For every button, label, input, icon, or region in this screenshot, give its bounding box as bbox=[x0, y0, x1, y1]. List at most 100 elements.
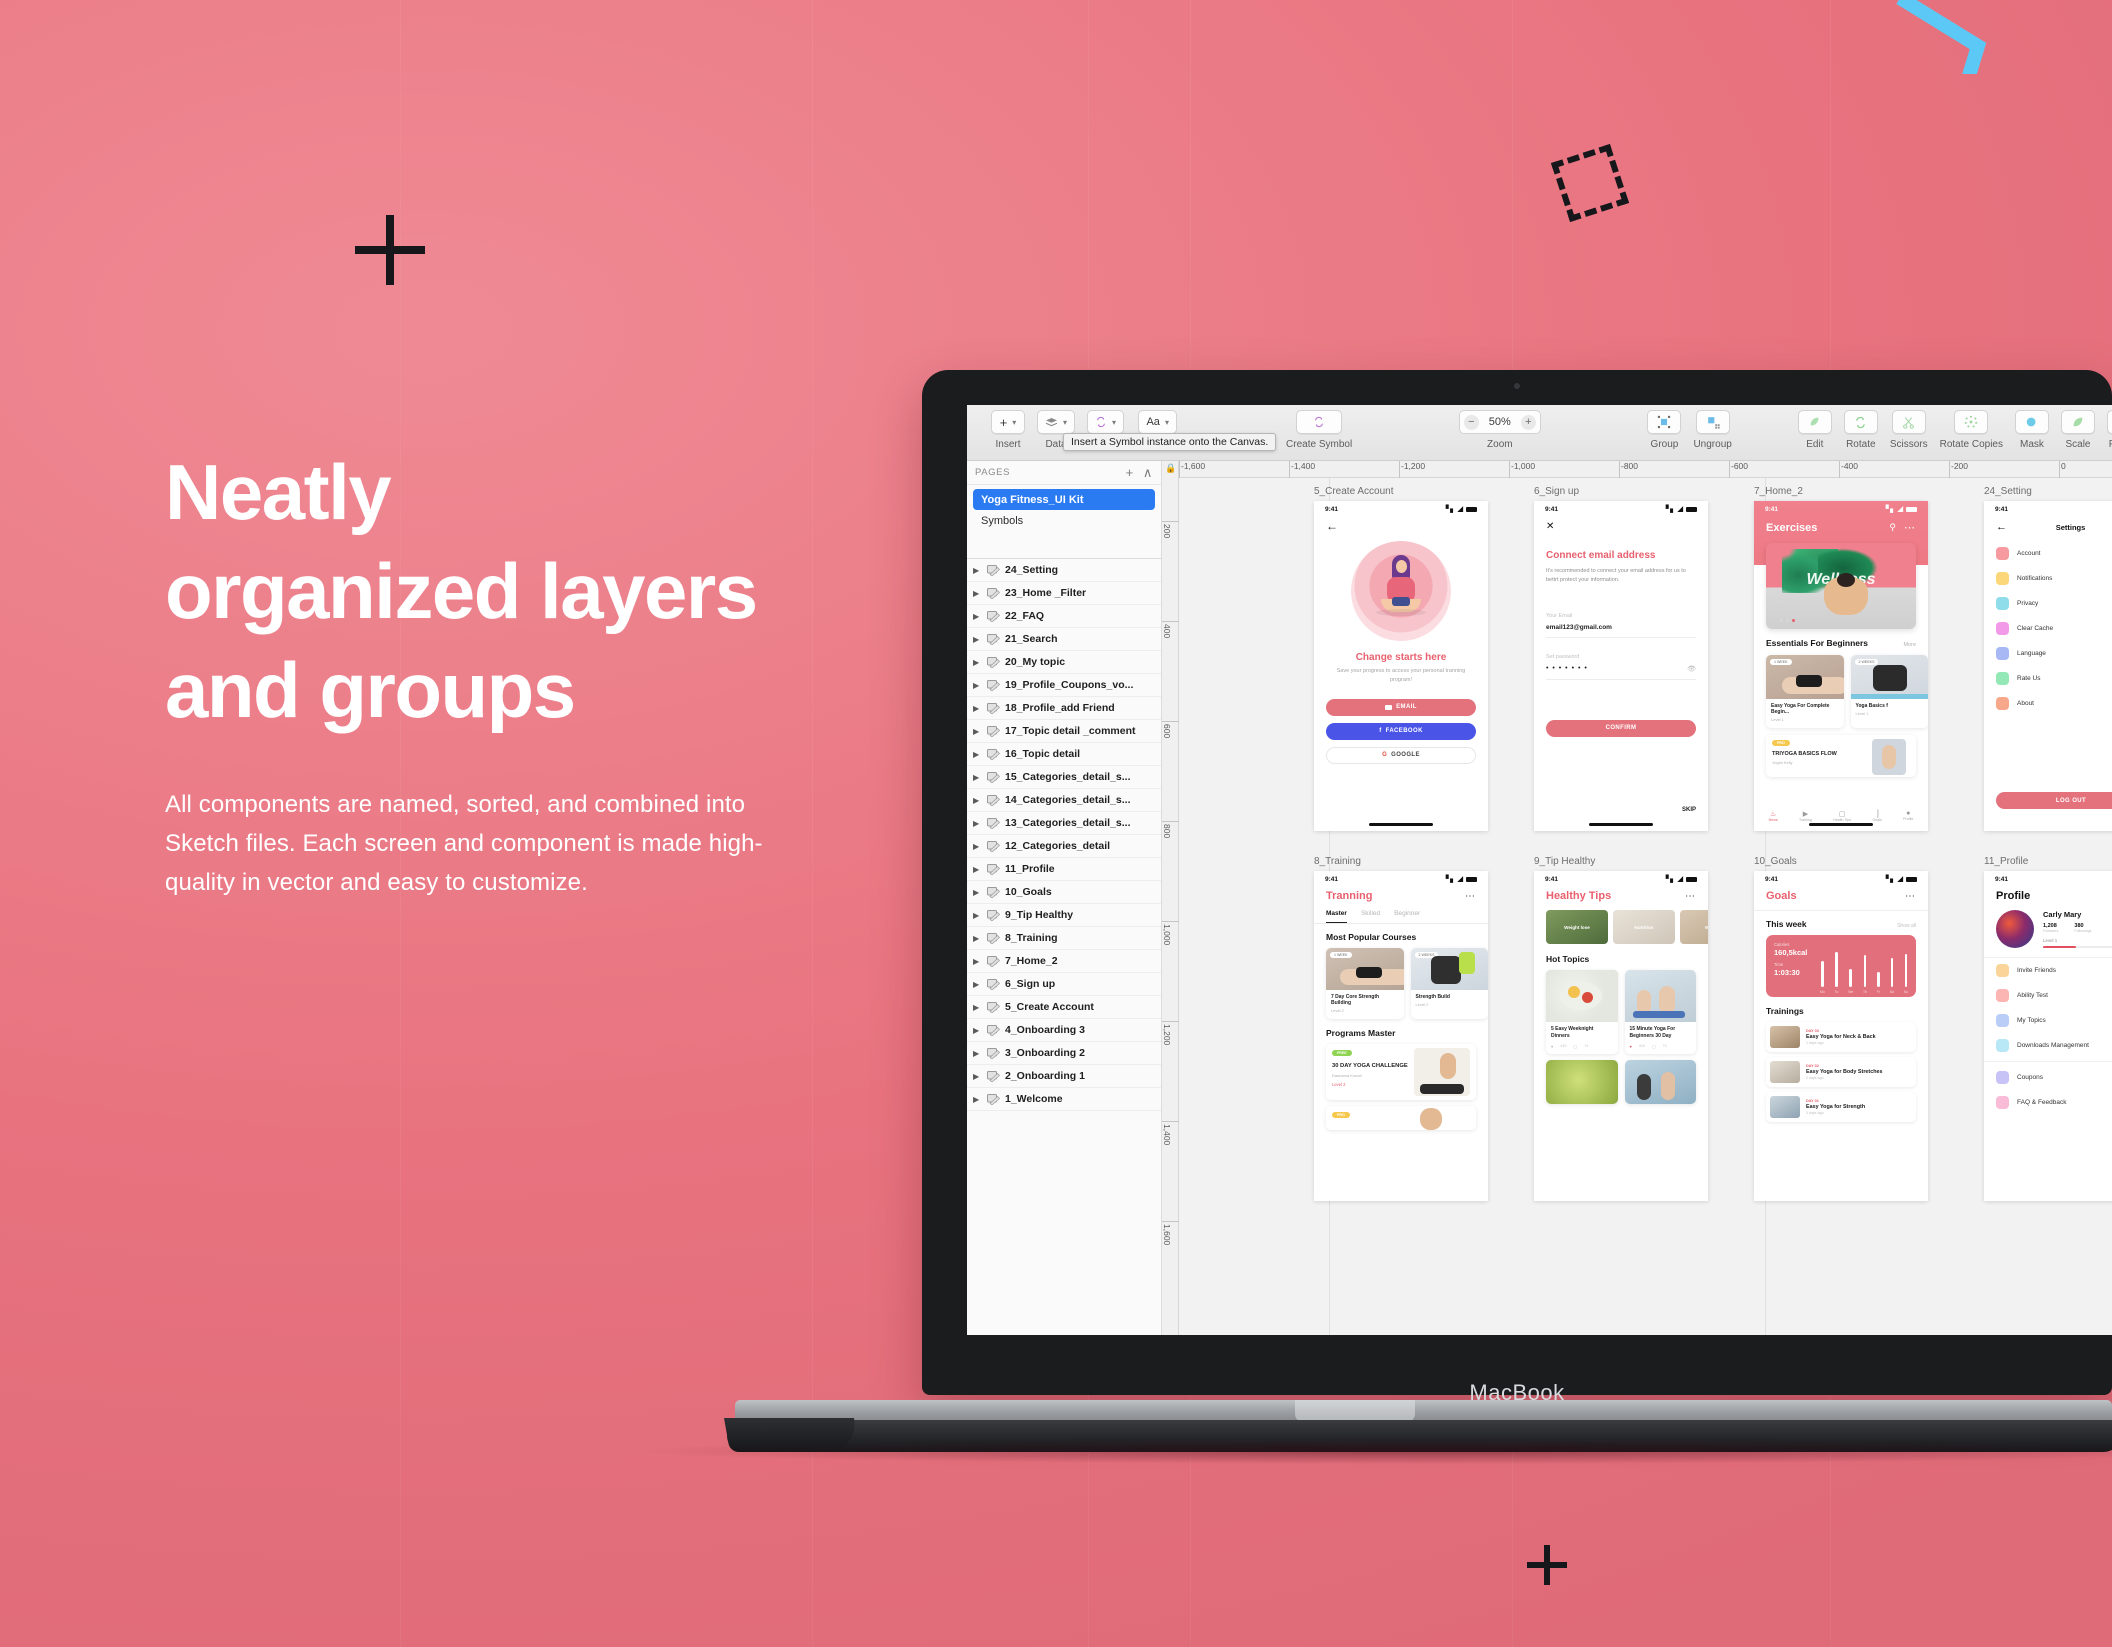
tab-skilled[interactable]: Skilled bbox=[1361, 910, 1380, 923]
tab-training[interactable]: ▶ Training bbox=[1799, 810, 1812, 822]
toolbar-edit[interactable]: Edit bbox=[1797, 410, 1832, 450]
chip-nutrition[interactable]: Nutrition bbox=[1613, 910, 1675, 944]
close-icon[interactable]: ✕ bbox=[1546, 521, 1554, 532]
disclosure-triangle-icon[interactable]: ▶ bbox=[973, 888, 982, 897]
training-row[interactable]: DAY 03 Easy Yoga for Neck & Back 1 days ag… bbox=[1766, 1022, 1916, 1052]
sketch-canvas[interactable]: -1,600 -1,400 -1,200 -1,000 -800 -600 -400 -200… bbox=[1162, 461, 2112, 1335]
disclosure-triangle-icon[interactable]: ▶ bbox=[973, 796, 982, 805]
toolbar-zoom[interactable]: − 50% + Zoom bbox=[1458, 410, 1541, 450]
more-icon[interactable]: ⋯ bbox=[1465, 891, 1476, 902]
zoom-in-button[interactable]: + bbox=[1520, 414, 1536, 430]
toolbar-ungroup[interactable]: Ungroup bbox=[1693, 410, 1732, 450]
collapse-pages-button[interactable]: ∧ bbox=[1143, 465, 1153, 481]
toolbar-rotate-copies[interactable]: Rotate Copies bbox=[1940, 410, 2003, 450]
settings-row-privacy[interactable]: Privacy › bbox=[1984, 591, 2112, 616]
toolbar-group[interactable]: Group bbox=[1647, 410, 1682, 450]
toolbar-insert[interactable]: + ▾ Insert bbox=[991, 410, 1025, 450]
back-row[interactable]: ← bbox=[1314, 517, 1488, 533]
disclosure-triangle-icon[interactable]: ▶ bbox=[973, 773, 982, 782]
rotate-copies-button[interactable] bbox=[1954, 410, 1989, 434]
chip-weight-lose[interactable]: Weight lose bbox=[1546, 910, 1608, 944]
scissors-button[interactable] bbox=[1891, 410, 1926, 434]
like-icon[interactable]: ♥ bbox=[1551, 1044, 1553, 1049]
more-icon[interactable]: ⋯ bbox=[1905, 891, 1916, 902]
toolbar-scale[interactable]: Scale bbox=[2060, 410, 2095, 450]
back-arrow-icon[interactable]: ← bbox=[1326, 519, 1338, 533]
topic-card-image[interactable] bbox=[1546, 1059, 1618, 1104]
comment-icon[interactable]: ▢ bbox=[1573, 1044, 1577, 1049]
course-card[interactable]: 2 WEEKS Yoga Basics f Level 1 bbox=[1850, 655, 1928, 728]
tab-profile[interactable]: ● Profile bbox=[1903, 810, 1913, 822]
disclosure-triangle-icon[interactable]: ▶ bbox=[973, 819, 982, 828]
artboard-frame[interactable]: 9:41 ▘▖ ◢ ← bbox=[1314, 501, 1488, 831]
course-card[interactable]: 2 WEEKS Strength Build Level 2 bbox=[1410, 948, 1488, 1019]
training-row[interactable]: DAY 02 Easy Yoga for Body Stretches 2 days… bbox=[1766, 1057, 1916, 1087]
disclosure-triangle-icon[interactable]: ▶ bbox=[973, 727, 982, 736]
disclosure-triangle-icon[interactable]: ▶ bbox=[973, 681, 982, 690]
layer-row[interactable]: ▶ 20_My topic bbox=[967, 651, 1161, 674]
toolbar-scissors[interactable]: Scissors bbox=[1890, 410, 1928, 450]
layer-row[interactable]: ▶ 19_Profile_Coupons_vo... bbox=[967, 674, 1161, 697]
disclosure-triangle-icon[interactable]: ▶ bbox=[973, 704, 982, 713]
vertical-ruler[interactable]: 200 400 600 800 1,000 1,200 1,400 1,600 bbox=[1162, 461, 1179, 1335]
artboard-8-training[interactable]: 8_Training 9:41 ▘▖ ◢ Tranning ⋯ Master S… bbox=[1314, 856, 1488, 1201]
like-icon[interactable]: ♥ bbox=[1630, 1044, 1632, 1049]
category-chips[interactable]: Weight lose Nutrition Welln bbox=[1534, 902, 1708, 944]
layer-row[interactable]: ▶ 2_Onboarding 1 bbox=[967, 1065, 1161, 1088]
promo-card[interactable]: PRO TRIYOGA BASICS FLOW Yogini Kelly bbox=[1766, 735, 1916, 777]
topic-card[interactable]: 5 Easy Weeknight Dinners ♥ 410 ▢ 74 bbox=[1546, 970, 1618, 1054]
zoom-control[interactable]: − 50% + bbox=[1458, 410, 1541, 434]
disclosure-triangle-icon[interactable]: ▶ bbox=[973, 635, 982, 644]
flatten-button[interactable] bbox=[2106, 410, 2112, 434]
insert-button[interactable]: + ▾ bbox=[991, 410, 1025, 434]
ungroup-button[interactable] bbox=[1695, 410, 1730, 434]
skip-button[interactable]: SKIP bbox=[1682, 807, 1696, 813]
add-page-button[interactable]: + bbox=[1126, 465, 1134, 480]
confirm-button[interactable]: CONFIRM bbox=[1546, 719, 1696, 737]
disclosure-triangle-icon[interactable]: ▶ bbox=[973, 566, 982, 575]
layer-row[interactable]: ▶ 10_Goals bbox=[967, 881, 1161, 904]
tab-master[interactable]: Master bbox=[1326, 910, 1347, 923]
toolbar-mask[interactable]: Mask bbox=[2014, 410, 2049, 450]
rotate-button[interactable] bbox=[1843, 410, 1878, 434]
profile-menu-row[interactable]: Coupons› bbox=[1984, 1065, 2112, 1090]
more-link[interactable]: More bbox=[1903, 642, 1916, 648]
toolbar-rotate[interactable]: Rotate bbox=[1843, 410, 1878, 450]
profile-menu-row[interactable]: Downloads Management› bbox=[1984, 1033, 2112, 1058]
toolbar-flatten[interactable]: Flatten bbox=[2106, 410, 2112, 450]
layer-row[interactable]: ▶ 17_Topic detail _comment bbox=[967, 720, 1161, 743]
layer-row[interactable]: ▶ 16_Topic detail bbox=[967, 743, 1161, 766]
layer-row[interactable]: ▶ 13_Categories_detail_s... bbox=[967, 812, 1161, 835]
scale-button[interactable] bbox=[2060, 410, 2095, 434]
disclosure-triangle-icon[interactable]: ▶ bbox=[973, 1095, 982, 1104]
disclosure-triangle-icon[interactable]: ▶ bbox=[973, 589, 982, 598]
settings-row-rate-us[interactable]: Rate Us › bbox=[1984, 666, 2112, 691]
artboard-10-goals[interactable]: 10_Goals 9:41 ▘▖ ◢ Goals ⋯ This week Sho… bbox=[1754, 856, 1928, 1201]
email-field[interactable]: email123@gmail.com bbox=[1546, 624, 1696, 631]
topic-card[interactable]: 15 Minute Yoga For Beginners 30 Day ♥ 41… bbox=[1624, 970, 1696, 1054]
show-all-link[interactable]: Show all bbox=[1897, 923, 1916, 929]
disclosure-triangle-icon[interactable]: ▶ bbox=[973, 1072, 982, 1081]
chip-wellness[interactable]: Welln bbox=[1680, 910, 1708, 944]
artboard-frame[interactable]: 9:41 ▘▖ ◢ Tranning ⋯ Master Skilled Begi… bbox=[1314, 871, 1488, 1201]
tab-beginner[interactable]: Beginner bbox=[1394, 910, 1420, 923]
disclosure-triangle-icon[interactable]: ▶ bbox=[973, 980, 982, 989]
disclosure-triangle-icon[interactable]: ▶ bbox=[973, 750, 982, 759]
profile-menu-row[interactable]: Ability Test› bbox=[1984, 983, 2112, 1008]
disclosure-triangle-icon[interactable]: ▶ bbox=[973, 612, 982, 621]
artboard-frame[interactable]: 9:41 ▘▖ ◢ Goals ⋯ This week Show all Cal… bbox=[1754, 871, 1928, 1201]
tab-bar[interactable]: ♨ News ▶ Training ▢ Health Tips ⎟ Goals … bbox=[1754, 810, 1928, 822]
layer-row[interactable]: ▶ 3_Onboarding 2 bbox=[967, 1042, 1161, 1065]
profile-menu[interactable]: Invite Friends›Ability Test›My Topics›Do… bbox=[1984, 958, 2112, 1115]
carousel-dots[interactable] bbox=[1780, 619, 1795, 622]
artboard-9-tip-healthy[interactable]: 9_Tip Healthy 9:41 ▘▖ ◢ Healthy Tips ⋯ W… bbox=[1534, 856, 1708, 1201]
layer-row[interactable]: ▶ 18_Profile_add Friend bbox=[967, 697, 1161, 720]
artboard-frame[interactable]: 9:41 ▘▖ ◢ Healthy Tips ⋯ Weight lose Nut… bbox=[1534, 871, 1708, 1201]
settings-list[interactable]: Account › Notifications › bbox=[1984, 541, 2112, 716]
training-row[interactable]: DAY 01 Easy Yoga for Strength 3 days ago bbox=[1766, 1092, 1916, 1122]
tab-goals[interactable]: ⎟ Goals bbox=[1872, 810, 1881, 822]
profile-menu-row[interactable]: My Topics› bbox=[1984, 1008, 2112, 1033]
disclosure-triangle-icon[interactable]: ▶ bbox=[973, 911, 982, 920]
text-style-button[interactable]: Aa ▾ bbox=[1138, 410, 1177, 434]
google-signup-button[interactable]: G GOOGLE bbox=[1326, 746, 1476, 764]
